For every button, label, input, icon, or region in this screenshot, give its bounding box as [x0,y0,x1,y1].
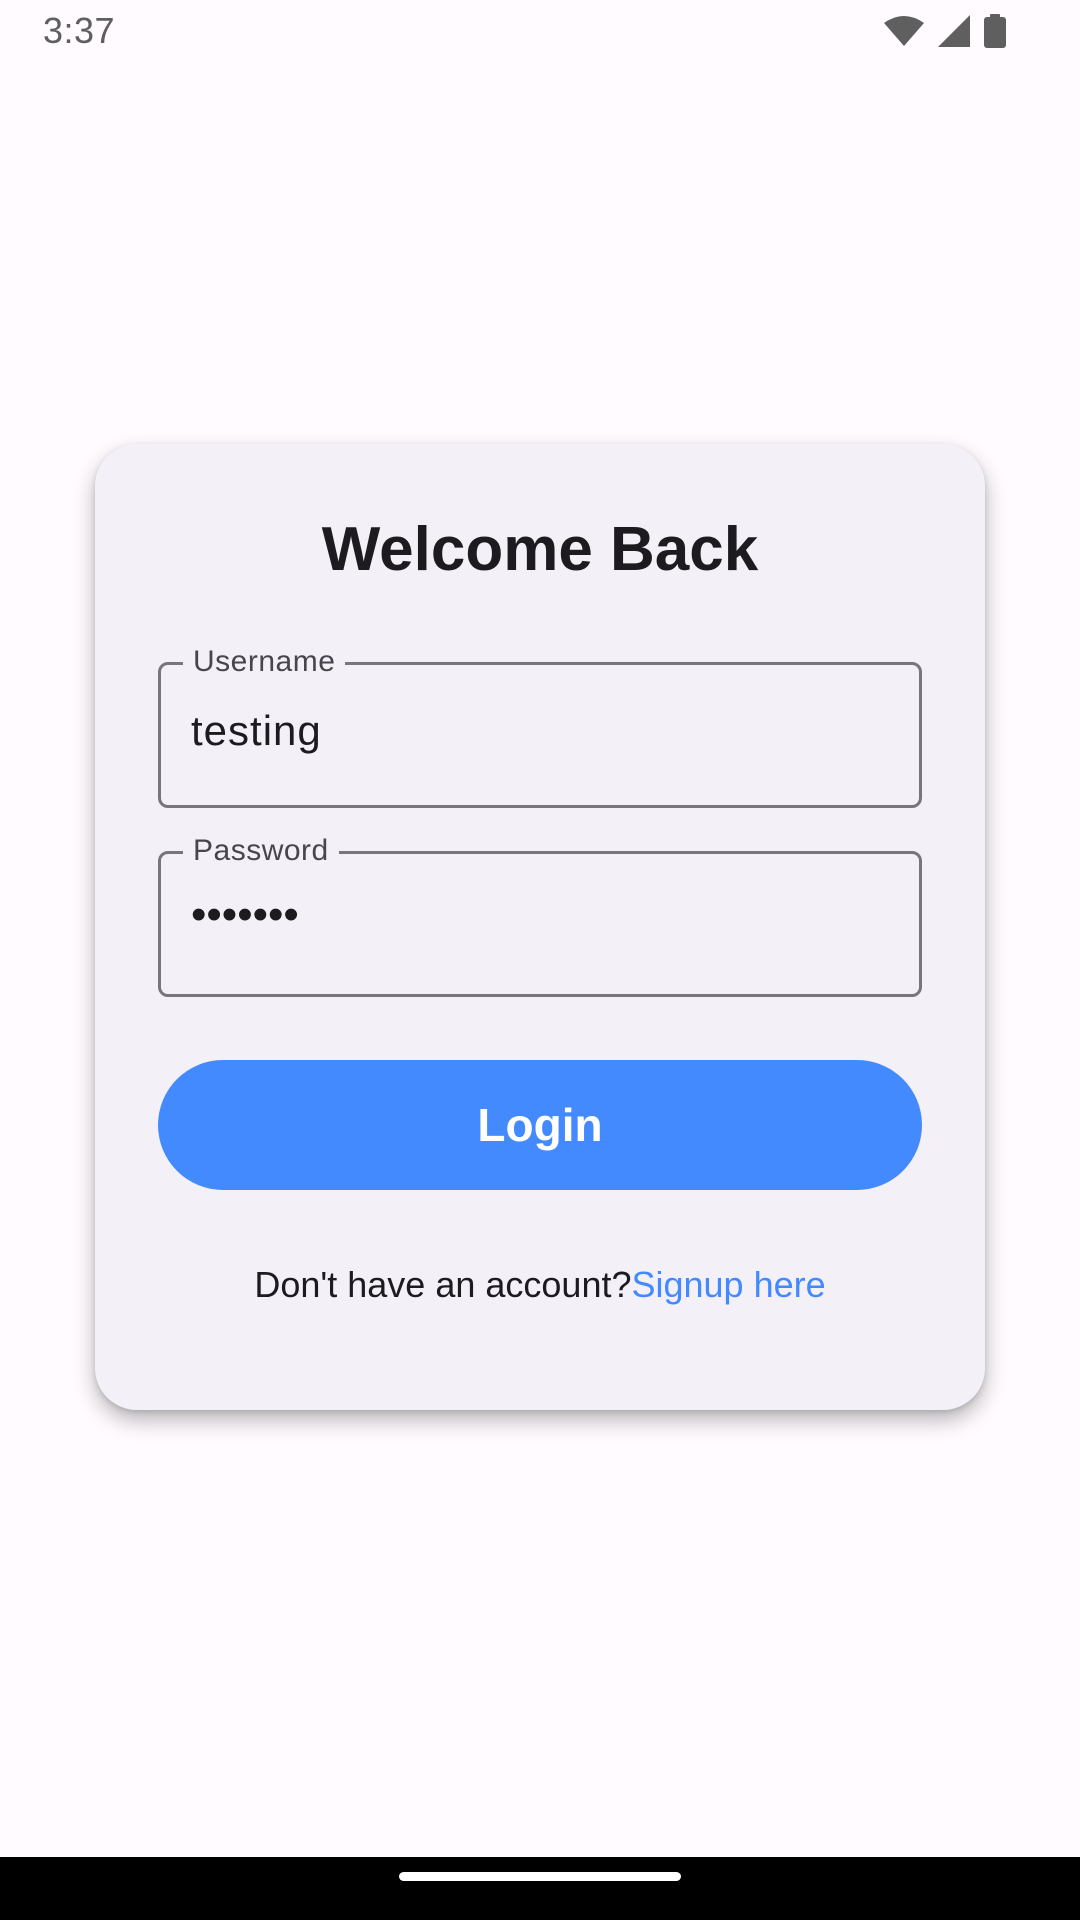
wifi-icon [884,15,924,47]
navigation-bar [0,1857,1080,1920]
password-field[interactable]: Password ••••••• [158,832,922,997]
status-icons [884,14,1006,48]
password-input[interactable]: ••••••• [191,890,299,940]
status-bar: 3:37 [0,0,1080,64]
home-handle[interactable] [399,1872,681,1881]
status-time: 3:37 [43,10,116,51]
signup-prompt: Don't have an account? [254,1264,632,1305]
cellular-signal-icon [938,15,970,47]
login-card: Welcome Back Username testing Password •… [95,444,985,1410]
signup-row: Don't have an account?Signup here [95,1264,985,1306]
username-input[interactable]: testing [191,707,322,755]
login-button[interactable]: Login [158,1060,922,1190]
password-label: Password [183,832,339,870]
username-field[interactable]: Username testing [158,643,922,808]
page-title: Welcome Back [321,515,759,584]
signup-link[interactable]: Signup here [631,1264,825,1305]
username-label: Username [183,643,346,681]
login-screen: 3:37 Welcome Back Username testing Passw… [0,0,1080,1920]
battery-icon [984,14,1006,48]
